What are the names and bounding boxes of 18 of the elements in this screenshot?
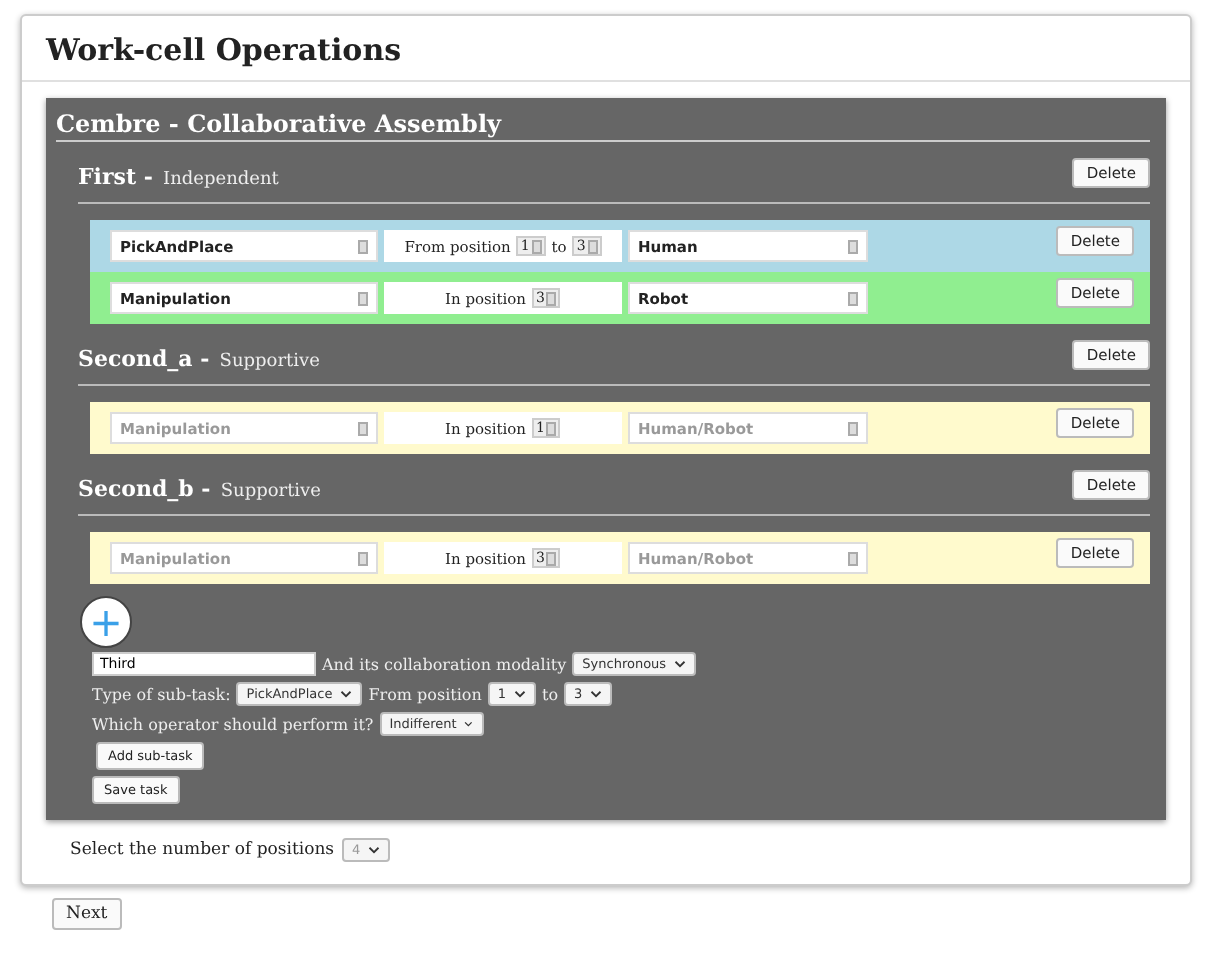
operator-label: Which operator should perform it? — [92, 715, 374, 733]
chevron-icon — [590, 690, 603, 698]
chevron-icon — [368, 846, 381, 854]
modality-label: And its collaboration modality — [322, 655, 567, 673]
task-title: Second_a - Supportive — [78, 344, 320, 374]
positions-label: Select the number of positions — [70, 840, 335, 860]
next-button[interactable]: Next — [52, 898, 122, 930]
task-title: Second_b - Supportive — [78, 474, 321, 504]
chevron-icon — [340, 690, 353, 698]
from-label: From position — [368, 685, 482, 703]
to-label: to — [542, 685, 559, 703]
task-title: First - Independent — [78, 162, 279, 192]
type-label: Type of sub-task: — [92, 685, 231, 703]
chevron-icon — [514, 690, 527, 698]
panel-title: Cembre - Collaborative Assembly — [56, 110, 1150, 142]
page-title: Work-cell Operations — [22, 16, 1190, 82]
chevron-icon — [464, 720, 474, 728]
chevron-icon — [674, 660, 687, 668]
